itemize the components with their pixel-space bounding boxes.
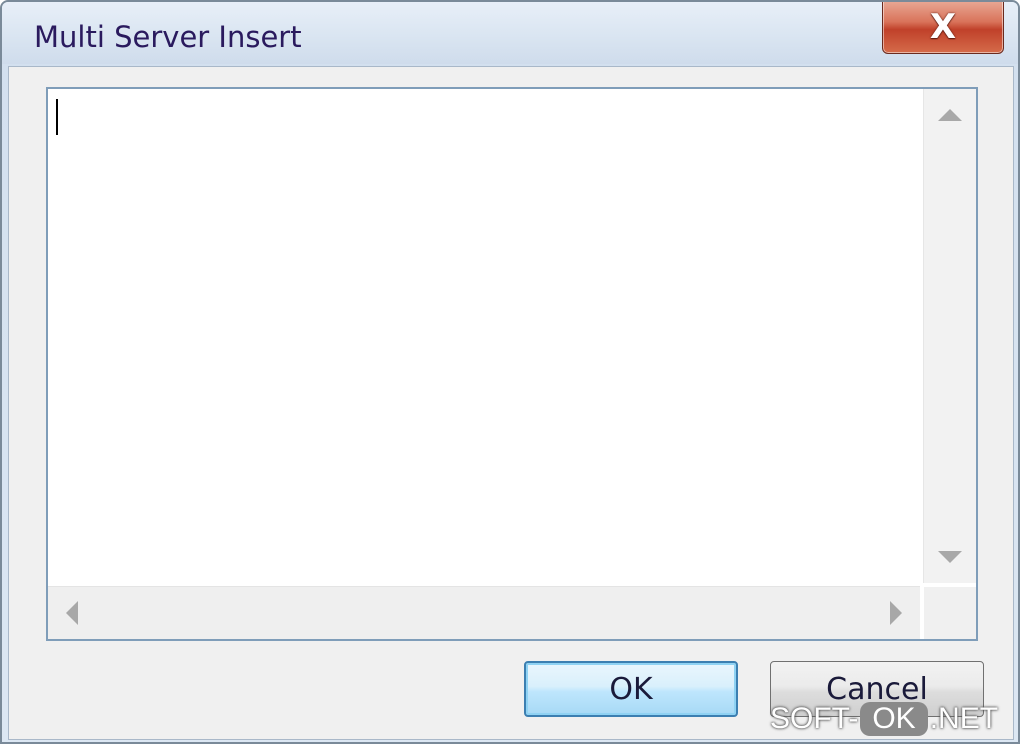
ok-button[interactable]: OK	[524, 661, 738, 717]
watermark: SOFT- OK .NET	[770, 696, 998, 742]
scrollbar-corner	[924, 587, 976, 639]
horizontal-scrollbar[interactable]	[48, 586, 920, 639]
scroll-down-icon[interactable]	[938, 551, 962, 563]
scroll-up-icon[interactable]	[938, 109, 962, 121]
scroll-right-icon[interactable]	[890, 601, 902, 625]
text-caret	[56, 99, 58, 135]
vertical-scrollbar[interactable]	[923, 89, 976, 583]
dialog-window: Multi Server Insert X OK Cancel	[0, 0, 1020, 744]
watermark-prefix: SOFT-	[770, 702, 859, 735]
dialog-body: OK Cancel	[8, 66, 1014, 740]
close-icon: X	[929, 7, 957, 47]
text-input-area[interactable]	[48, 89, 920, 583]
server-list-textbox[interactable]	[46, 87, 978, 641]
window-title: Multi Server Insert	[34, 20, 302, 54]
scroll-left-icon[interactable]	[66, 601, 78, 625]
watermark-suffix: .NET	[929, 702, 999, 735]
watermark-highlight: OK	[860, 702, 928, 736]
close-button[interactable]: X	[882, 2, 1004, 54]
title-bar[interactable]: Multi Server Insert X	[2, 2, 1018, 64]
